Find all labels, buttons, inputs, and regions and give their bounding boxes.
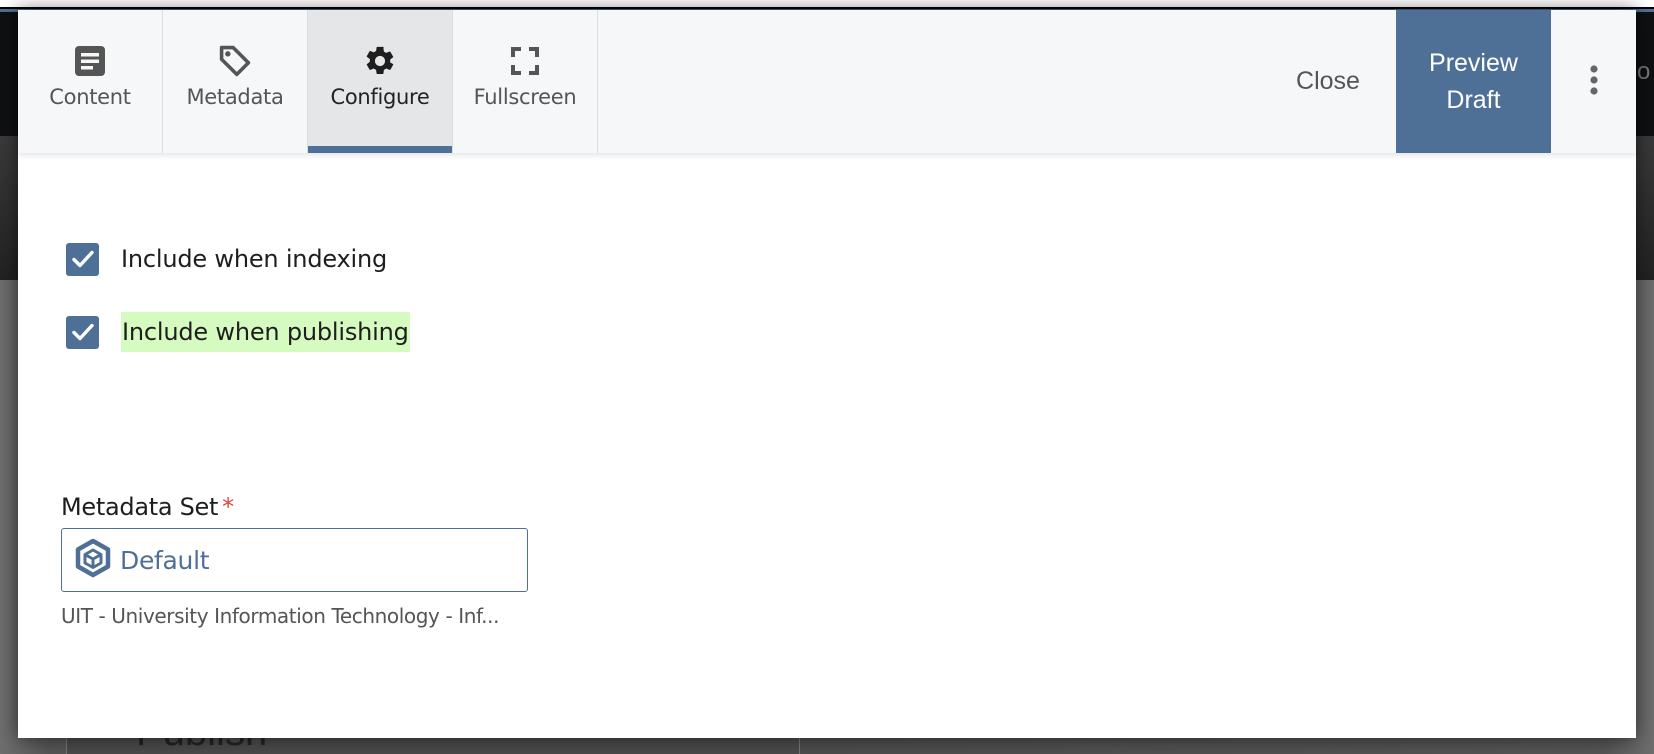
checkmark-icon <box>71 250 94 268</box>
background-header-text: o <box>1637 58 1651 85</box>
page-top-border <box>0 0 1654 9</box>
close-button[interactable]: Close <box>1258 10 1398 153</box>
include-indexing-checkbox-row[interactable]: Include when indexing <box>66 241 387 277</box>
tab-configure-label: Configure <box>330 85 430 109</box>
tab-metadata-label: Metadata <box>186 85 284 109</box>
checkmark-icon <box>71 323 94 341</box>
metadata-set-label-text: Metadata Set <box>61 493 219 521</box>
more-options-button[interactable] <box>1551 10 1636 153</box>
configure-panel: Include when indexing Include when publi… <box>18 153 1636 738</box>
preview-draft-label: Preview Draft <box>1429 45 1518 119</box>
tab-configure[interactable]: Configure <box>308 10 453 153</box>
metadata-set-value: Default <box>120 545 210 575</box>
cube-icon <box>74 538 112 582</box>
include-indexing-label: Include when indexing <box>121 245 388 273</box>
fullscreen-icon <box>508 44 542 78</box>
tab-metadata[interactable]: Metadata <box>163 10 308 153</box>
include-publishing-checkbox[interactable] <box>66 315 99 349</box>
gear-icon <box>363 44 397 78</box>
metadata-set-path: UIT - University Information Technology … <box>61 604 500 628</box>
tab-fullscreen-label: Fullscreen <box>473 85 577 109</box>
document-icon <box>73 44 107 78</box>
include-publishing-checkbox-row[interactable]: Include when publishing <box>66 312 410 352</box>
preview-label-line1: Preview <box>1429 48 1518 77</box>
include-indexing-checkbox[interactable] <box>66 242 99 276</box>
tag-icon <box>218 44 252 78</box>
metadata-set-label: Metadata Set * <box>61 493 234 521</box>
kebab-vertical-icon <box>1589 64 1599 100</box>
tab-content-label: Content <box>49 85 131 109</box>
preview-draft-button[interactable]: Preview Draft <box>1396 10 1551 153</box>
metadata-set-chooser[interactable]: Default <box>61 528 528 592</box>
required-marker: * <box>222 493 234 521</box>
edit-asset-modal: Content Metadata Configure Fullscreen Cl… <box>18 10 1636 738</box>
tab-fullscreen[interactable]: Fullscreen <box>453 10 598 153</box>
preview-label-line2: Draft <box>1446 85 1501 114</box>
modal-toolbar: Content Metadata Configure Fullscreen Cl… <box>18 10 1636 153</box>
tab-content[interactable]: Content <box>18 10 163 153</box>
include-publishing-label: Include when publishing <box>121 312 410 352</box>
